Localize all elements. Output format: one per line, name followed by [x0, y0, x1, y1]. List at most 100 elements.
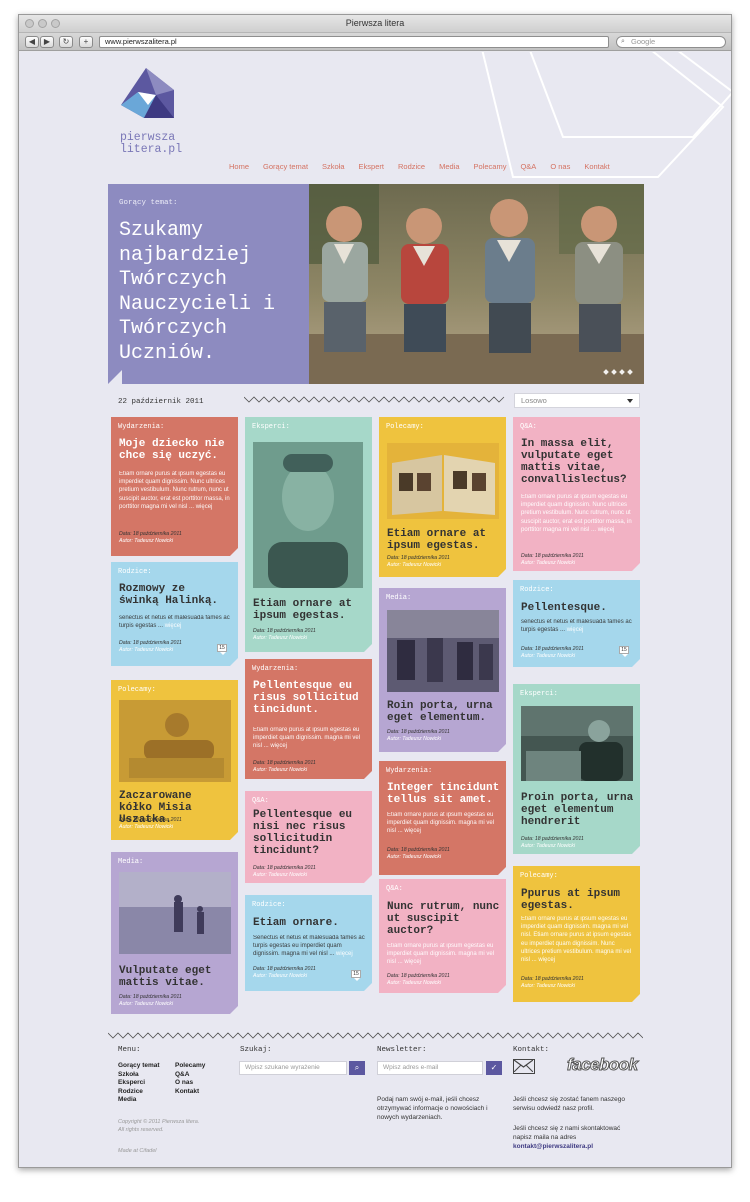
card-photo	[521, 706, 633, 781]
card-media-1[interactable]: Media: Vulputate eget mattis vitae. Data…	[111, 852, 238, 1014]
forward-button[interactable]: ▶	[40, 36, 54, 48]
nav-goracy-temat[interactable]: Gorący temat	[263, 162, 308, 171]
logo-icon	[121, 68, 174, 118]
card-eksperci-2[interactable]: Eksperci: Proin porta, urna eget element…	[513, 684, 640, 854]
nav-qa[interactable]: Q&A	[520, 162, 536, 171]
card-qa-2[interactable]: Q&A: Nunc rutrum, nunc ut suscipit aucto…	[379, 879, 506, 993]
card-media-2[interactable]: Media: Roin porta, urna eget elementum. …	[379, 588, 506, 752]
nav-polecamy[interactable]: Polecamy	[474, 162, 507, 171]
card-rodzice-1[interactable]: Rodzice: Rozmowy ze świnką Halinką. sene…	[111, 562, 238, 666]
card-rodzice-3[interactable]: Rodzice: Pellentesque. senectus et netus…	[513, 580, 640, 667]
card-category: Q&A:	[520, 423, 537, 431]
add-bookmark-button[interactable]: +	[79, 36, 93, 48]
comment-count[interactable]: 15	[351, 970, 361, 981]
footer-link[interactable]: Rodzice	[118, 1088, 160, 1097]
footer-contact-title: Kontakt:	[513, 1046, 550, 1054]
copyright: Copyright © 2011 Pierwsza litera. All ri…	[118, 1119, 200, 1133]
card-meta: Data: 18 października 2011 Autor: Tadeusz…	[253, 865, 316, 878]
footer-link[interactable]: Eksperci	[118, 1079, 160, 1088]
hero-photo[interactable]	[309, 184, 644, 384]
footer-link[interactable]: Q&A	[175, 1071, 205, 1080]
card-title: Roin porta, urna eget elementum.	[387, 700, 493, 724]
card-rodzice-2[interactable]: Rodzice: Etiam ornare. Senectus et netus…	[245, 895, 372, 991]
card-wydarzenia-1[interactable]: Wydarzenia: Moje dziecko nie chce się uc…	[111, 417, 238, 556]
browser-window: Pierwsza litera ◀ ▶ ↻ + www.pierwszalite…	[18, 14, 732, 1168]
back-button[interactable]: ◀	[25, 36, 39, 48]
comment-count[interactable]: 15	[619, 646, 629, 657]
card-title: Etiam ornare at ipsum egestas.	[387, 528, 487, 552]
card-title: Proin porta, urna eget elementum hendrer…	[521, 792, 634, 828]
card-category: Polecamy:	[520, 872, 558, 880]
card-polecamy-3[interactable]: Polecamy: Ppurus at ipsum egestas. Etiam…	[513, 866, 640, 1002]
facebook-link[interactable]: facebook	[567, 1055, 639, 1075]
slider-dots[interactable]	[603, 369, 633, 375]
card-meta: Data: 18 października 2011 Autor: Tadeusz…	[253, 966, 316, 979]
nav-ekspert[interactable]: Ekspert	[359, 162, 384, 171]
footer-link[interactable]: O nas	[175, 1079, 205, 1088]
card-category: Wydarzenia:	[252, 665, 299, 673]
hero-banner[interactable]: Gorący temat: Szukamy najbardziej Twórcz…	[108, 184, 644, 384]
hero-fold	[108, 370, 122, 384]
newsletter-email-input[interactable]: Wpisz adres e-mail	[377, 1061, 483, 1075]
more-link[interactable]: więcej	[598, 527, 615, 533]
footer-link[interactable]: Gorący temat	[118, 1062, 160, 1071]
logo-text[interactable]: pierwsza litera.pl	[120, 132, 182, 156]
more-link[interactable]: więcej	[404, 959, 421, 965]
card-title: Pellentesque eu nisi nec risus sollicitu…	[253, 809, 353, 857]
card-wydarzenia-2[interactable]: Wydarzenia: Pellentesque eu risus sollic…	[245, 659, 372, 779]
nav-szkola[interactable]: Szkoła	[322, 162, 345, 171]
card-category: Rodzice:	[520, 586, 554, 594]
more-link[interactable]: więcej	[567, 627, 584, 633]
card-meta: Data: 18 października 2011 Autor: Tadeusz…	[119, 531, 182, 544]
card-wydarzenia-3[interactable]: Wydarzenia: Integer tincidunt tellus sit…	[379, 761, 506, 875]
comment-count[interactable]: 15	[217, 644, 227, 655]
nav-rodzice[interactable]: Rodzice	[398, 162, 425, 171]
footer-link[interactable]: Kontakt	[175, 1088, 205, 1097]
card-corner	[364, 771, 372, 779]
sort-select[interactable]: Losowo	[514, 393, 640, 408]
nav-kontakt[interactable]: Kontakt	[584, 162, 609, 171]
footer-newsletter-title: Newsletter:	[377, 1046, 427, 1054]
card-category: Polecamy:	[118, 686, 156, 694]
reload-button[interactable]: ↻	[59, 36, 73, 48]
contact-email-link[interactable]: kontakt@pierwszalitera.pl	[513, 1142, 593, 1151]
address-bar[interactable]: www.pierwszalitera.pl	[99, 36, 609, 48]
card-corner	[230, 658, 238, 666]
card-meta: Data: 18 października 2011 Autor: Tadeusz…	[521, 553, 584, 566]
nav-o-nas[interactable]: O nas	[550, 162, 570, 171]
more-link[interactable]: więcej	[336, 951, 353, 957]
card-photo	[119, 872, 231, 954]
footer-menu-col-2: Polecamy Q&A O nas Kontakt	[175, 1062, 205, 1096]
contact-text-1: Jeśli chcesz się zostać fanem naszego se…	[513, 1096, 625, 1112]
card-polecamy-2[interactable]: Polecamy: Etiam ornare at ipsum egestas.…	[379, 417, 506, 577]
nav-media[interactable]: Media	[439, 162, 459, 171]
more-link[interactable]: więcej	[196, 504, 213, 510]
footer-search-button[interactable]: ⌕	[349, 1061, 365, 1075]
browser-search-field[interactable]: ⌕ Google	[616, 36, 726, 48]
hero-text-panel: Gorący temat: Szukamy najbardziej Twórcz…	[108, 184, 312, 384]
card-polecamy-1[interactable]: Polecamy: Zaczarowane kółko Misia Uszatk…	[111, 680, 238, 840]
card-text: Etiam ornare purus at ipsum egestas eu i…	[387, 812, 495, 835]
more-link[interactable]: więcej	[538, 957, 555, 963]
card-title: Ppurus at ipsum egestas.	[521, 888, 621, 912]
card-qa-1[interactable]: Q&A: Pellentesque eu nisi nec risus soll…	[245, 791, 372, 883]
footer-link[interactable]: Szkoła	[118, 1071, 160, 1080]
nav-home[interactable]: Home	[229, 162, 249, 171]
card-photo	[253, 442, 363, 588]
card-corner	[364, 875, 372, 883]
card-category: Q&A:	[386, 885, 403, 893]
footer-search-input[interactable]: Wpisz szukane wyrażenie	[239, 1061, 347, 1075]
browser-toolbar: ◀ ▶ ↻ + www.pierwszalitera.pl ⌕ Google	[19, 33, 731, 51]
more-link[interactable]: więcej	[404, 828, 421, 834]
more-link[interactable]: więcej	[165, 623, 182, 629]
card-qa-3[interactable]: Q&A: In massa elit, vulputate eget matti…	[513, 417, 640, 571]
mail-icon[interactable]	[513, 1059, 535, 1074]
footer-link[interactable]: Polecamy	[175, 1062, 205, 1071]
footer-link[interactable]: Media	[118, 1096, 160, 1105]
newsletter-submit-button[interactable]: ✓	[486, 1061, 502, 1075]
logo-line-2: litera.pl	[120, 143, 183, 156]
card-eksperci-1[interactable]: Eksperci: Etiam ornare at ipsum egestas.…	[245, 417, 372, 652]
footer-menu-col-1: Gorący temat Szkoła Eksperci Rodzice Med…	[118, 1062, 160, 1105]
card-meta: Data: 18 października 2011 Autor: Tadeusz…	[119, 640, 182, 653]
more-link[interactable]: więcej	[270, 743, 287, 749]
